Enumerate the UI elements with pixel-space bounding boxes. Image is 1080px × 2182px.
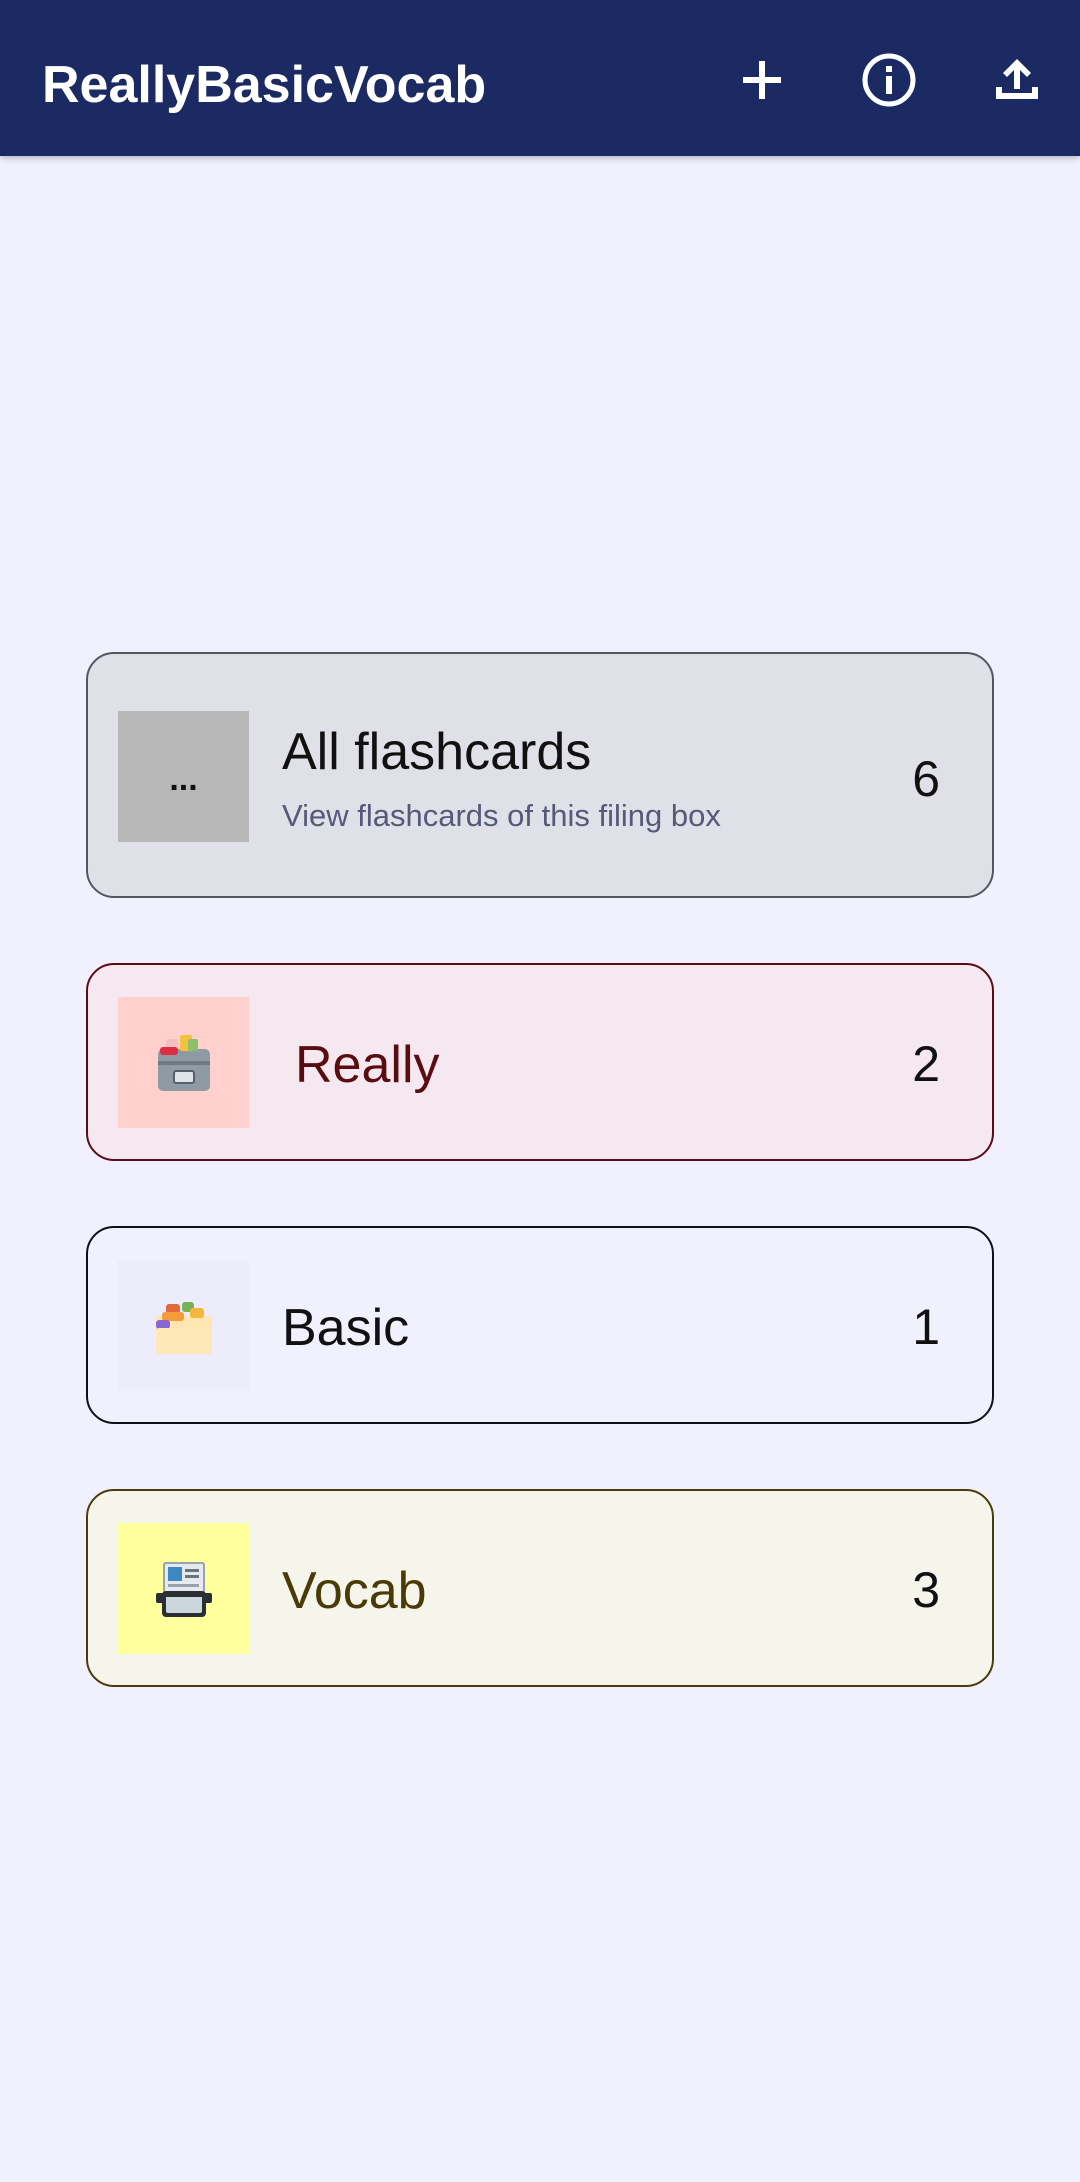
app-bar: ReallyBasicVocab (0, 0, 1080, 156)
add-button[interactable] (730, 48, 794, 112)
card-vocab[interactable]: Vocab 3 (86, 1489, 994, 1687)
all-flashcards-thumbnail: ... (118, 711, 249, 842)
card-file-box-icon (157, 1034, 210, 1091)
vocab-thumbnail (118, 1523, 249, 1654)
info-icon (862, 53, 916, 107)
card-title: Basic (282, 1299, 410, 1357)
card-count: 3 (912, 1562, 940, 1618)
card-all-flashcards[interactable]: ... All flashcards View flashcards of th… (86, 652, 994, 898)
plus-icon (743, 61, 781, 99)
info-button[interactable] (857, 48, 921, 112)
card-title: Really (295, 1036, 440, 1094)
card-basic[interactable]: Basic 1 (86, 1226, 994, 1424)
ellipsis-icon: ... (169, 760, 198, 798)
upload-icon (996, 59, 1038, 99)
card-count: 1 (912, 1299, 940, 1355)
app-title: ReallyBasicVocab (42, 56, 487, 114)
card-subtitle: View flashcards of this filing box (282, 798, 721, 833)
rolodex-icon (155, 1561, 212, 1617)
card-really[interactable]: Really 2 (86, 963, 994, 1161)
card-title: All flashcards (282, 723, 592, 781)
card-count: 6 (912, 751, 940, 807)
card-index-dividers-icon (155, 1301, 212, 1354)
card-title: Vocab (282, 1562, 427, 1620)
really-thumbnail (118, 997, 249, 1128)
card-count: 2 (912, 1036, 940, 1092)
basic-thumbnail (118, 1260, 249, 1391)
export-button[interactable] (985, 48, 1049, 112)
